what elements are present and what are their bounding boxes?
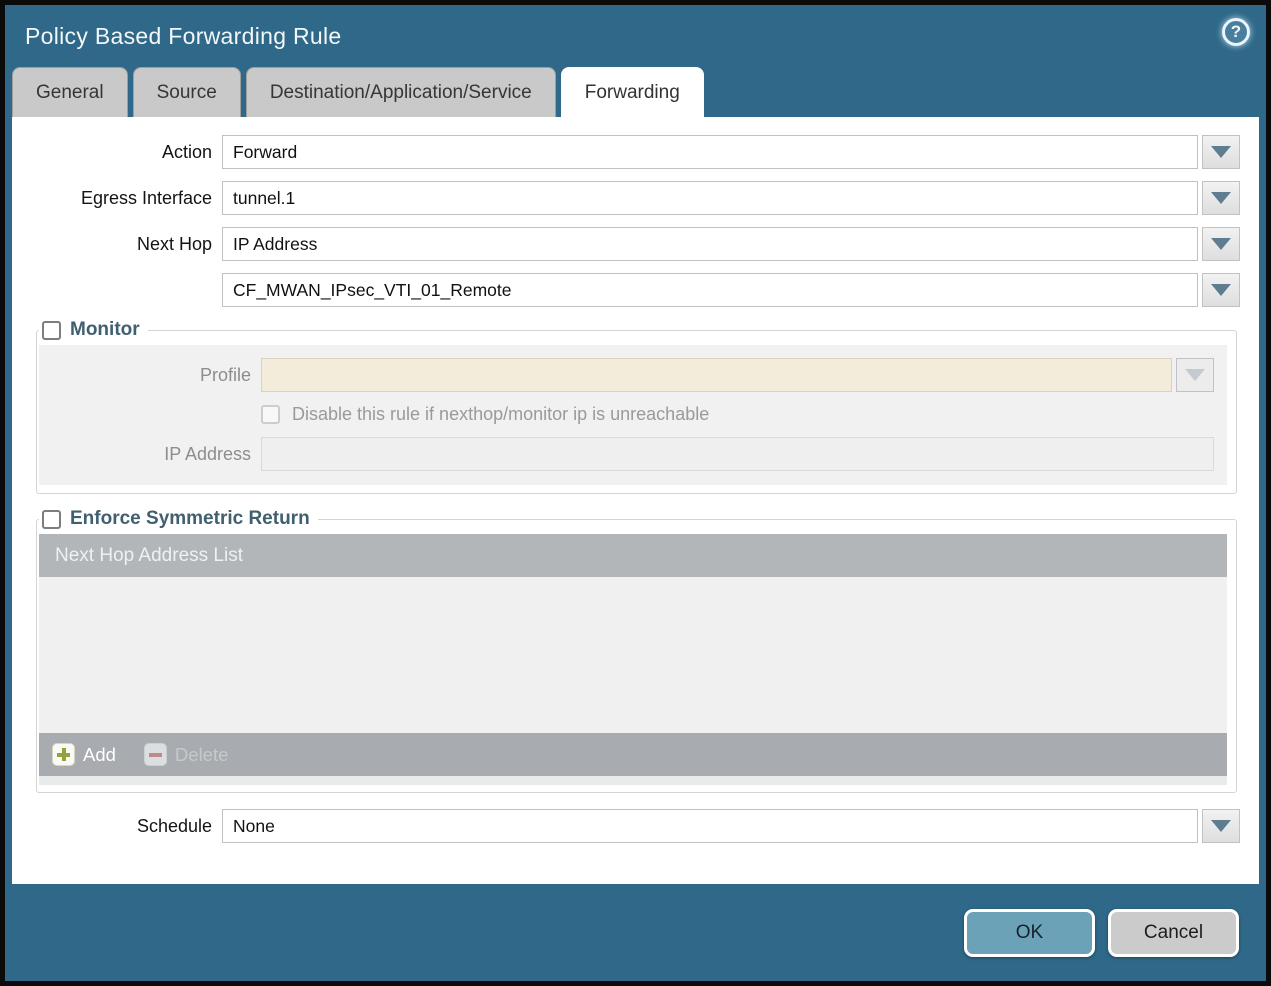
policy-based-forwarding-dialog: Policy Based Forwarding Rule ? General S… — [0, 0, 1271, 986]
disable-rule-label: Disable this rule if nexthop/monitor ip … — [292, 404, 710, 424]
schedule-dropdown-button[interactable] — [1202, 809, 1240, 843]
table-toolbar: Add Delete — [39, 733, 1227, 776]
egress-interface-row: Egress Interface tunnel.1 — [12, 181, 1240, 215]
enforce-symmetric-return-checkbox[interactable] — [42, 509, 61, 529]
egress-interface-dropdown-button[interactable] — [1202, 181, 1240, 215]
next-hop-type-select[interactable]: IP Address — [222, 227, 1198, 261]
ok-button[interactable]: OK — [964, 908, 1095, 957]
monitor-legend-label: Monitor — [70, 319, 140, 340]
enforce-symmetric-return-section: Enforce Symmetric Return Next Hop Addres… — [36, 508, 1237, 793]
schedule-select[interactable]: None — [222, 809, 1198, 843]
tab-source[interactable]: Source — [132, 67, 241, 117]
add-button-label: Add — [83, 743, 116, 765]
dialog-title: Policy Based Forwarding Rule — [25, 22, 342, 49]
cancel-button[interactable]: Cancel — [1108, 908, 1239, 957]
help-icon[interactable]: ? — [1222, 18, 1250, 46]
next-hop-address-list-body[interactable] — [39, 577, 1227, 733]
next-hop-address-list-table: Next Hop Address List Add Delete — [39, 534, 1227, 776]
dialog-footer: OK Cancel — [5, 884, 1266, 981]
next-hop-row: Next Hop IP Address — [12, 227, 1240, 261]
delete-button: Delete — [143, 743, 229, 766]
profile-dropdown-button — [1176, 358, 1214, 392]
minus-icon — [143, 743, 167, 766]
monitor-profile-row: Profile — [39, 358, 1227, 392]
tab-bar: General Source Destination/Application/S… — [5, 67, 1266, 117]
tab-content-forwarding: Action Forward Egress Interface tunnel.1… — [12, 117, 1259, 884]
monitor-panel: Profile Disable this rule if nexthop/mon… — [39, 345, 1227, 485]
next-hop-label: Next Hop — [136, 233, 212, 254]
monitor-section: Monitor Profile Disable this rule if nex… — [36, 319, 1237, 494]
delete-button-label: Delete — [174, 743, 229, 765]
disable-rule-checkbox — [261, 405, 280, 424]
egress-interface-label: Egress Interface — [80, 187, 212, 208]
action-label: Action — [161, 141, 212, 162]
schedule-row: Schedule None — [12, 809, 1240, 843]
chevron-down-icon — [1185, 369, 1205, 381]
monitor-ip-address-input — [261, 437, 1214, 471]
chevron-down-icon — [1211, 820, 1231, 832]
table-scroll-strip — [39, 776, 1227, 785]
action-row: Action Forward — [12, 135, 1240, 169]
profile-label: Profile — [199, 364, 251, 385]
monitor-checkbox[interactable] — [42, 320, 61, 340]
action-dropdown-button[interactable] — [1202, 135, 1240, 169]
chevron-down-icon — [1211, 284, 1231, 296]
monitor-ip-address-label: IP Address — [164, 443, 251, 464]
next-hop-address-row: CF_MWAN_IPsec_VTI_01_Remote — [12, 273, 1240, 307]
disable-rule-row: Disable this rule if nexthop/monitor ip … — [261, 404, 1227, 425]
monitor-legend: Monitor — [39, 319, 148, 341]
add-button[interactable]: Add — [52, 743, 116, 766]
next-hop-address-select[interactable]: CF_MWAN_IPsec_VTI_01_Remote — [222, 273, 1198, 307]
profile-select — [261, 358, 1172, 392]
action-select[interactable]: Forward — [222, 135, 1198, 169]
esr-legend-label: Enforce Symmetric Return — [70, 508, 310, 529]
esr-legend: Enforce Symmetric Return — [39, 508, 318, 530]
next-hop-dropdown-button[interactable] — [1202, 227, 1240, 261]
chevron-down-icon — [1211, 192, 1231, 204]
tab-forwarding[interactable]: Forwarding — [560, 67, 704, 117]
monitor-ip-address-row: IP Address — [39, 437, 1227, 471]
dialog-titlebar: Policy Based Forwarding Rule ? — [5, 5, 1266, 67]
tab-destination-application-service[interactable]: Destination/Application/Service — [245, 67, 556, 117]
tab-general[interactable]: General — [12, 67, 128, 117]
plus-icon — [52, 743, 75, 766]
next-hop-address-dropdown-button[interactable] — [1202, 273, 1240, 307]
egress-interface-select[interactable]: tunnel.1 — [222, 181, 1198, 215]
next-hop-address-list-header: Next Hop Address List — [39, 534, 1227, 577]
chevron-down-icon — [1211, 238, 1231, 250]
chevron-down-icon — [1211, 146, 1231, 158]
schedule-label: Schedule — [136, 815, 212, 836]
